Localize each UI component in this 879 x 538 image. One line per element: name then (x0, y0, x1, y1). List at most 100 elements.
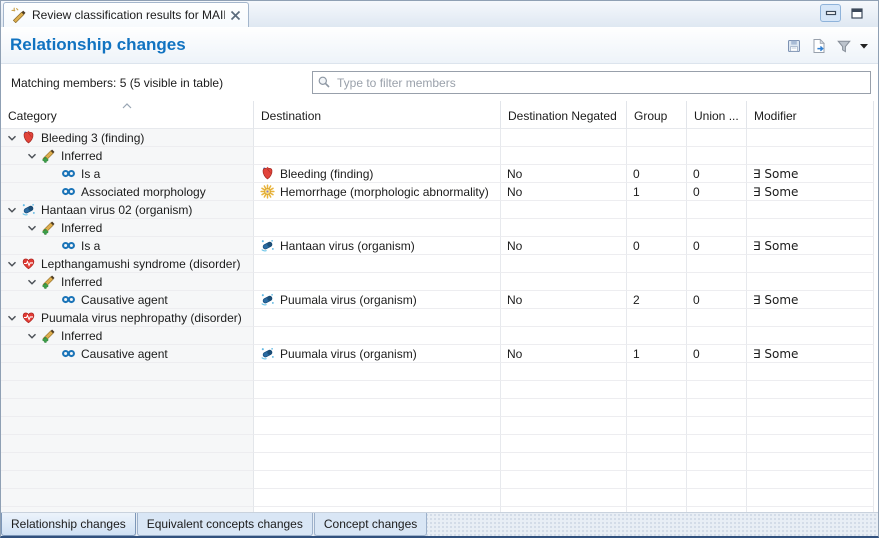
category-cell[interactable]: Inferred (1, 273, 254, 291)
modifier-cell[interactable] (747, 363, 874, 381)
union-cell[interactable] (687, 129, 747, 147)
minimize-button[interactable] (820, 4, 841, 22)
destination-negated-cell[interactable] (501, 327, 627, 345)
group-cell[interactable] (627, 327, 687, 345)
union-cell[interactable]: 0 (687, 183, 747, 201)
modifier-cell[interactable] (747, 273, 874, 291)
union-cell[interactable] (687, 309, 747, 327)
tab-review-classification-results[interactable]: Review classification results for MAIN (3, 2, 249, 27)
union-cell[interactable] (687, 327, 747, 345)
expander-icon[interactable] (7, 259, 21, 269)
category-cell[interactable]: Lepthangamushi syndrome (disorder) (1, 255, 254, 273)
union-cell[interactable]: 0 (687, 291, 747, 309)
destination-negated-cell[interactable]: No (501, 345, 627, 363)
modifier-cell[interactable] (747, 201, 874, 219)
union-cell[interactable]: 0 (687, 165, 747, 183)
category-cell[interactable] (1, 363, 254, 381)
group-cell[interactable] (627, 273, 687, 291)
table-row[interactable]: Bleeding 3 (finding) (1, 129, 878, 147)
destination-negated-cell[interactable] (501, 489, 627, 507)
destination-negated-cell[interactable] (501, 219, 627, 237)
destination-cell[interactable] (254, 273, 501, 291)
table-row[interactable]: Hantaan virus 02 (organism) (1, 201, 878, 219)
category-cell[interactable]: Inferred (1, 147, 254, 165)
group-cell[interactable] (627, 453, 687, 471)
category-cell[interactable]: Causative agent (1, 345, 254, 363)
modifier-cell[interactable] (747, 435, 874, 453)
table-row-empty[interactable] (1, 381, 878, 399)
destination-cell[interactable] (254, 399, 501, 417)
group-cell[interactable] (627, 471, 687, 489)
union-cell[interactable] (687, 255, 747, 273)
modifier-cell[interactable] (747, 309, 874, 327)
column-header-group[interactable]: Group (627, 101, 687, 129)
modifier-cell[interactable]: ∃ Some (747, 183, 874, 201)
tab-relationship-changes[interactable]: Relationship changes (1, 513, 136, 536)
group-cell[interactable] (627, 129, 687, 147)
column-header-destination[interactable]: Destination (254, 101, 501, 129)
group-cell[interactable] (627, 381, 687, 399)
destination-cell[interactable]: Puumala virus (organism) (254, 291, 501, 309)
expander-icon[interactable] (7, 133, 21, 143)
column-header-union[interactable]: Union ... (687, 101, 747, 129)
modifier-cell[interactable] (747, 255, 874, 273)
union-cell[interactable] (687, 363, 747, 381)
destination-negated-cell[interactable] (501, 381, 627, 399)
category-cell[interactable] (1, 417, 254, 435)
category-cell[interactable]: Inferred (1, 327, 254, 345)
group-cell[interactable] (627, 417, 687, 435)
group-cell[interactable] (627, 399, 687, 417)
expander-icon[interactable] (27, 223, 41, 233)
group-cell[interactable]: 0 (627, 237, 687, 255)
category-cell[interactable] (1, 435, 254, 453)
group-cell[interactable]: 2 (627, 291, 687, 309)
category-cell[interactable]: Hantaan virus 02 (organism) (1, 201, 254, 219)
destination-cell[interactable] (254, 381, 501, 399)
destination-negated-cell[interactable]: No (501, 183, 627, 201)
table-row[interactable]: Puumala virus nephropathy (disorder) (1, 309, 878, 327)
destination-negated-cell[interactable]: No (501, 237, 627, 255)
tab-equivalent-concepts-changes[interactable]: Equivalent concepts changes (137, 513, 313, 536)
destination-negated-cell[interactable] (501, 363, 627, 381)
destination-cell[interactable] (254, 363, 501, 381)
group-cell[interactable] (627, 363, 687, 381)
union-cell[interactable] (687, 381, 747, 399)
union-cell[interactable] (687, 471, 747, 489)
modifier-cell[interactable] (747, 219, 874, 237)
table-row-empty[interactable] (1, 417, 878, 435)
table-row[interactable]: Associated morphology Hemorrhage (morpho… (1, 183, 878, 201)
export-button[interactable] (810, 37, 828, 55)
column-header-category[interactable]: Category (1, 101, 254, 129)
modifier-cell[interactable] (747, 417, 874, 435)
destination-cell[interactable] (254, 327, 501, 345)
maximize-button[interactable] (847, 4, 866, 22)
category-cell[interactable]: Is a (1, 165, 254, 183)
category-cell[interactable]: Is a (1, 237, 254, 255)
union-cell[interactable] (687, 201, 747, 219)
category-cell[interactable] (1, 489, 254, 507)
destination-negated-cell[interactable] (501, 255, 627, 273)
category-cell[interactable] (1, 399, 254, 417)
modifier-cell[interactable]: ∃ Some (747, 165, 874, 183)
category-cell[interactable]: Inferred (1, 219, 254, 237)
destination-negated-cell[interactable] (501, 273, 627, 291)
group-cell[interactable] (627, 219, 687, 237)
destination-cell[interactable] (254, 471, 501, 489)
destination-negated-cell[interactable] (501, 147, 627, 165)
close-icon[interactable] (230, 10, 241, 21)
destination-negated-cell[interactable] (501, 399, 627, 417)
category-cell[interactable]: Causative agent (1, 291, 254, 309)
union-cell[interactable] (687, 219, 747, 237)
view-menu-button[interactable] (860, 44, 868, 49)
destination-negated-cell[interactable] (501, 129, 627, 147)
union-cell[interactable] (687, 417, 747, 435)
union-cell[interactable] (687, 273, 747, 291)
table-row-empty[interactable] (1, 363, 878, 381)
modifier-cell[interactable]: ∃ Some (747, 345, 874, 363)
destination-cell[interactable]: Puumala virus (organism) (254, 345, 501, 363)
category-cell[interactable] (1, 453, 254, 471)
category-cell[interactable] (1, 381, 254, 399)
group-cell[interactable]: 1 (627, 345, 687, 363)
destination-cell[interactable] (254, 255, 501, 273)
destination-cell[interactable] (254, 435, 501, 453)
